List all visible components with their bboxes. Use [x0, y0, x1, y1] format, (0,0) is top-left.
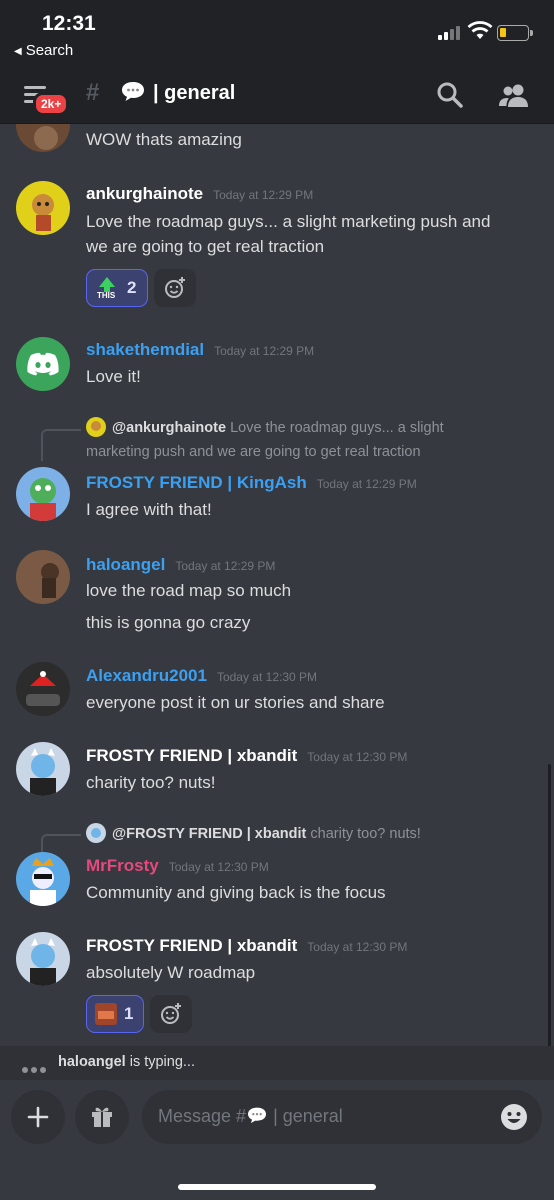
message-author[interactable]: MrFrosty Today at 12:30 PM: [86, 856, 269, 876]
message-author[interactable]: FROSTY FRIEND | xbandit Today at 12:30 PM: [86, 746, 407, 766]
add-reaction-button[interactable]: [154, 269, 196, 307]
channel-hash-icon: #: [86, 79, 100, 106]
search-icon[interactable]: [436, 81, 464, 109]
message-text: WOW thats amazing: [86, 130, 242, 149]
notification-badge: 2k+: [33, 92, 70, 116]
username[interactable]: MrFrosty: [86, 856, 159, 875]
avatar[interactable]: [16, 124, 70, 152]
custom-emoji-icon: [95, 1003, 117, 1025]
channel-name: | general: [153, 82, 236, 104]
back-to-search-link[interactable]: ◀ Search: [14, 42, 73, 59]
typing-indicator: haloangel is typing...: [0, 1046, 554, 1080]
gift-button[interactable]: [75, 1090, 129, 1144]
message-placeholder: Message # | general: [158, 1106, 343, 1127]
attach-button[interactable]: [11, 1090, 65, 1144]
battery-icon: [497, 25, 533, 41]
avatar[interactable]: [16, 742, 70, 796]
avatar[interactable]: [16, 932, 70, 986]
message-text: this is gonna go crazy: [86, 613, 251, 632]
chat-bubble-icon: [248, 1107, 267, 1124]
message-text: we are going to get real traction: [86, 237, 325, 256]
message-text: everyone post it on ur stories and share: [86, 693, 385, 712]
avatar[interactable]: [16, 550, 70, 604]
reply-avatar: [86, 417, 106, 437]
message-author[interactable]: FROSTY FRIEND | KingAsh Today at 12:29 PM: [86, 473, 417, 493]
avatar[interactable]: [16, 662, 70, 716]
scrollbar[interactable]: [548, 764, 551, 1046]
typing-suffix: is typing...: [125, 1054, 195, 1070]
message-author[interactable]: haloangel Today at 12:29 PM: [86, 555, 275, 575]
reply-preview[interactable]: @FROSTY FRIEND | xbandit charity too? nu…: [86, 822, 546, 846]
username[interactable]: shakethemdial: [86, 340, 204, 359]
add-reaction-icon: [165, 277, 185, 298]
message-author[interactable]: shakethemdial Today at 12:29 PM: [86, 340, 314, 360]
avatar[interactable]: [16, 467, 70, 521]
message-timestamp: Today at 12:30 PM: [307, 750, 408, 764]
placeholder-prefix: Message #: [158, 1106, 247, 1126]
reply-connector: [41, 429, 81, 461]
username[interactable]: ankurghainote: [86, 184, 203, 203]
reaction-count: 2: [127, 278, 137, 297]
reaction-count: 1: [124, 1004, 134, 1023]
message-timestamp: Today at 12:30 PM: [216, 670, 318, 684]
message-text: Community and giving back is the focus: [86, 883, 386, 902]
message-timestamp: Today at 12:29 PM: [175, 559, 276, 573]
message-input[interactable]: Message # | general: [142, 1090, 542, 1144]
message-author[interactable]: Alexandru2001 Today at 12:30 PM: [86, 666, 317, 686]
home-indicator[interactable]: [178, 1184, 376, 1190]
reply-username[interactable]: @FROSTY FRIEND | xbandit: [112, 826, 306, 842]
status-bar: 12:31 ◀ Search: [0, 0, 554, 70]
typing-user: haloangel: [58, 1054, 126, 1070]
reaction-emoji-label: THIS: [97, 291, 116, 300]
back-arrow-icon: ◀: [14, 46, 22, 57]
discord-logo-icon: [16, 337, 70, 391]
message-list[interactable]: WOW thats amazing ankurghainote Today at …: [0, 124, 554, 1046]
message-timestamp: Today at 12:30 PM: [168, 860, 269, 874]
reply-avatar: [86, 823, 106, 843]
message-author[interactable]: ankurghainote Today at 12:29 PM: [86, 184, 313, 204]
message-text: absolutely W roadmap: [86, 963, 256, 982]
message-text: love the road map so much: [86, 581, 292, 600]
typing-text: haloangel is typing...: [58, 1054, 195, 1070]
avatar[interactable]: [16, 181, 70, 235]
message-text: I agree with that!: [86, 500, 212, 519]
avatar[interactable]: [16, 337, 70, 391]
reply-preview[interactable]: @ankurghainote Love the roadmap guys... …: [86, 416, 496, 464]
wifi-icon: [467, 21, 493, 39]
message-timestamp: Today at 12:29 PM: [214, 344, 315, 358]
menu-button[interactable]: 2k+: [20, 80, 70, 116]
username[interactable]: FROSTY FRIEND | xbandit: [86, 936, 297, 955]
channel-header: 2k+ # | general: [0, 70, 554, 124]
message-text: charity too? nuts!: [86, 773, 216, 792]
message-timestamp: Today at 12:29 PM: [213, 188, 314, 202]
message-composer: Message # | general: [0, 1080, 554, 1200]
typing-dots-icon: [22, 1060, 49, 1078]
add-reaction-button[interactable]: [150, 995, 192, 1033]
chat-bubble-icon: [122, 82, 144, 101]
cellular-signal-icon: [438, 24, 462, 40]
reply-username[interactable]: @ankurghainote: [112, 420, 226, 436]
avatar[interactable]: [16, 852, 70, 906]
members-icon[interactable]: [498, 82, 530, 108]
emoji-icon[interactable]: [500, 1103, 528, 1131]
reaction-this[interactable]: THIS 2: [86, 269, 148, 307]
username[interactable]: haloangel: [86, 555, 165, 574]
message-timestamp: Today at 12:30 PM: [307, 940, 408, 954]
back-label: Search: [25, 42, 74, 59]
username[interactable]: Alexandru2001: [86, 666, 207, 685]
reply-snippet: charity too? nuts!: [310, 826, 421, 842]
gift-icon: [92, 1107, 112, 1127]
plus-icon: [27, 1106, 49, 1128]
message-timestamp: Today at 12:29 PM: [316, 477, 417, 491]
message-text: Love the roadmap guys... a slight market…: [86, 212, 491, 231]
status-time: 12:31: [42, 12, 96, 35]
add-reaction-icon: [161, 1003, 181, 1024]
username[interactable]: FROSTY FRIEND | KingAsh: [86, 473, 307, 492]
placeholder-suffix: | general: [268, 1106, 343, 1126]
username[interactable]: FROSTY FRIEND | xbandit: [86, 746, 297, 765]
message-author[interactable]: FROSTY FRIEND | xbandit Today at 12:30 PM: [86, 936, 407, 956]
message-text: Love it!: [86, 367, 141, 386]
reaction-image[interactable]: 1: [86, 995, 144, 1033]
